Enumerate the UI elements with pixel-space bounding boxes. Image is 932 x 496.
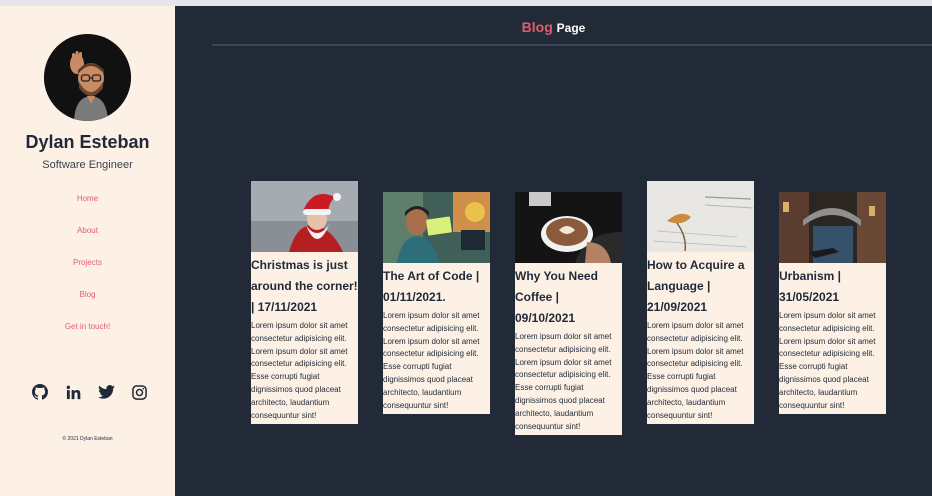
nav-item-contact[interactable]: Get in touch! — [0, 321, 175, 353]
santa-image — [251, 181, 358, 252]
blog-main: Blog Page Christmas is just around the c… — [175, 6, 932, 496]
sidebar: Dylan Esteban Software Engineer Home Abo… — [0, 6, 175, 496]
blog-card[interactable]: Why You Need Coffee | 09/10/2021 Lorem i… — [515, 192, 622, 436]
blog-card[interactable]: The Art of Code | 01/11/2021. Lorem ipsu… — [383, 192, 490, 415]
nav-item-home[interactable]: Home — [0, 193, 175, 225]
blog-card[interactable]: How to Acquire a Language | 21/09/2021 L… — [647, 181, 754, 425]
linkedin-icon[interactable] — [63, 382, 83, 402]
blog-card-title: The Art of Code | 01/11/2021. — [383, 269, 480, 304]
page-title-accent: Blog — [521, 19, 553, 35]
blog-card-body: Lorem ipsum dolor sit amet consectetur a… — [515, 332, 612, 431]
profile-role: Software Engineer — [42, 159, 133, 171]
instagram-icon[interactable] — [130, 382, 150, 402]
page-title: Blog Page — [175, 19, 932, 35]
nav-item-about[interactable]: About — [0, 225, 175, 257]
nav-item-projects[interactable]: Projects — [0, 257, 175, 289]
avatar-memoji-icon — [44, 34, 131, 121]
book-image — [647, 181, 754, 252]
nav-item-blog[interactable]: Blog — [0, 289, 175, 321]
profile-name: Dylan Esteban — [25, 132, 150, 152]
blog-card-body: Lorem ipsum dolor sit amet consectetur a… — [251, 321, 348, 420]
social-links — [30, 382, 150, 402]
blog-card-title: Urbanism | 31/05/2021 — [779, 269, 842, 304]
blog-card[interactable]: Urbanism | 31/05/2021 Lorem ipsum dolor … — [779, 192, 886, 415]
blog-card-title: Why You Need Coffee | 09/10/2021 — [515, 269, 598, 325]
page-title-rest: Page — [556, 21, 586, 35]
blog-card-body: Lorem ipsum dolor sit amet consectetur a… — [647, 321, 744, 420]
sidebar-nav: Home About Projects Blog Get in touch! — [0, 193, 175, 353]
avatar — [44, 34, 131, 121]
venice-image — [779, 192, 886, 263]
blog-card-title: Christmas is just around the corner! | 1… — [251, 258, 358, 314]
coder-image — [383, 192, 490, 263]
twitter-icon[interactable] — [97, 382, 117, 402]
github-icon[interactable] — [30, 382, 50, 402]
blog-card-title: How to Acquire a Language | 21/09/2021 — [647, 258, 745, 314]
blog-card[interactable]: Christmas is just around the corner! | 1… — [251, 181, 358, 425]
coffee-image — [515, 192, 622, 263]
copyright-text: © 2021 Dylan Esteban — [62, 436, 113, 442]
header-divider — [212, 44, 932, 46]
blog-card-body: Lorem ipsum dolor sit amet consectetur a… — [779, 311, 876, 410]
blog-card-body: Lorem ipsum dolor sit amet consectetur a… — [383, 311, 480, 410]
